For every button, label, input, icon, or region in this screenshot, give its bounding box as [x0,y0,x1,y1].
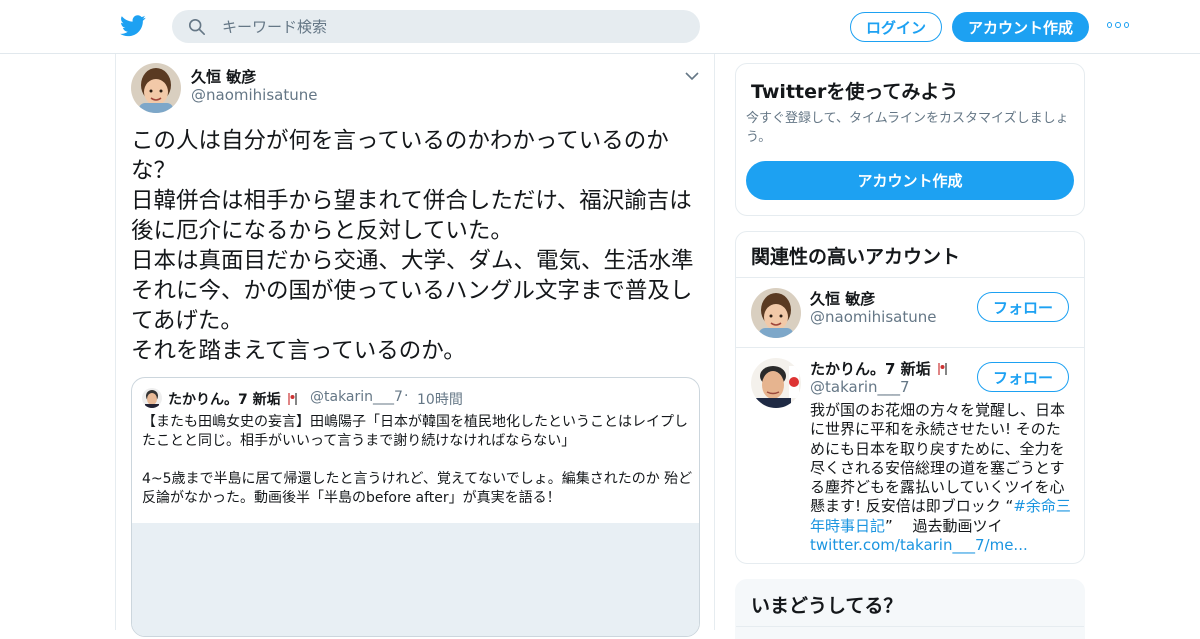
signup-button[interactable]: アカウント作成 [952,12,1089,42]
avatar[interactable] [751,288,801,338]
follow-button[interactable]: フォロー [977,292,1069,322]
flag-icon [287,393,297,405]
related-accounts-header: 関連性の高いアカウント [736,232,1084,278]
search-icon [188,18,206,35]
account-name[interactable]: たかりん。7 新垢 [810,358,950,379]
account-item[interactable]: 久恒 敏彦 @naomihisatune フォロー [736,278,1084,348]
related-accounts-panel: 関連性の高いアカウント 久恒 敏彦 @naomihisatune フォロー たか… [735,231,1085,564]
chevron-down-icon[interactable] [685,71,699,81]
search-bar[interactable] [172,10,700,43]
tweet-author-handle[interactable]: @naomihisatune [191,86,317,104]
quoted-tweet[interactable]: たかりん。7 新垢 @takarin___7 · 10時間 【またも田嶋女史の妄… [131,377,700,637]
bio-link[interactable]: twitter.com/takarin___7/me... [810,536,1028,554]
tweet-author-name[interactable]: 久恒 敏彦 [191,66,256,87]
trends-panel: いまどうしてる？ [735,579,1085,639]
tweet-detail: 久恒 敏彦 @naomihisatune この人は自分が何を言っているのかわかっ… [115,54,715,637]
trends-title: いまどうしてる？ [751,595,903,617]
account-name[interactable]: 久恒 敏彦 [810,288,875,309]
account-bio: 我が国のお花畑の方々を覚醒し、日本に世界に平和を永続させたい! そのためにも日本… [810,401,1074,555]
tweet-text: この人は自分が何を言っているのかわかっているのかな？ 日韓併合は相手から望まれて… [131,128,694,364]
search-input[interactable] [222,17,662,36]
signup-panel: Twitterを使ってみよう 今すぐ登録して、タイムラインをカスタマイズしましょ… [735,63,1085,216]
bio-text: ” 過去動画ツイ [885,516,1003,535]
follow-button[interactable]: フォロー [977,362,1069,392]
quoted-author-name: たかりん。7 新垢 [168,389,300,409]
quoted-media[interactable] [132,523,699,636]
quoted-tweet-text: 【またも田嶋女史の妄言】田嶋陽子「日本が韓国を植民地化したということはレイプした… [142,414,693,506]
top-navigation-bar: ログイン アカウント作成 [0,0,1200,54]
twitter-bird-icon[interactable] [120,14,146,38]
quoted-timestamp: 10時間 [417,392,463,408]
account-item[interactable]: たかりん。7 新垢 @takarin___7 フォロー 我が国のお花畑の方々を覚… [736,348,1084,563]
login-button[interactable]: ログイン [850,12,942,42]
signup-panel-title: Twitterを使ってみよう [751,81,959,103]
signup-panel-button[interactable]: アカウント作成 [746,161,1074,200]
avatar [142,388,162,408]
related-accounts-title: 関連性の高いアカウント [751,246,961,268]
account-handle[interactable]: @naomihisatune [810,308,936,326]
quoted-author-handle: @takarin___7 [310,389,403,405]
signup-panel-description: 今すぐ登録して、タイムラインをカスタマイズしましょう。 [746,111,1069,145]
avatar[interactable] [751,358,801,408]
avatar[interactable] [131,63,181,113]
flag-icon [938,363,947,375]
divider [736,626,1084,627]
separator: · [404,388,409,404]
more-icon[interactable] [1107,22,1129,30]
account-handle[interactable]: @takarin___7 [810,378,910,396]
